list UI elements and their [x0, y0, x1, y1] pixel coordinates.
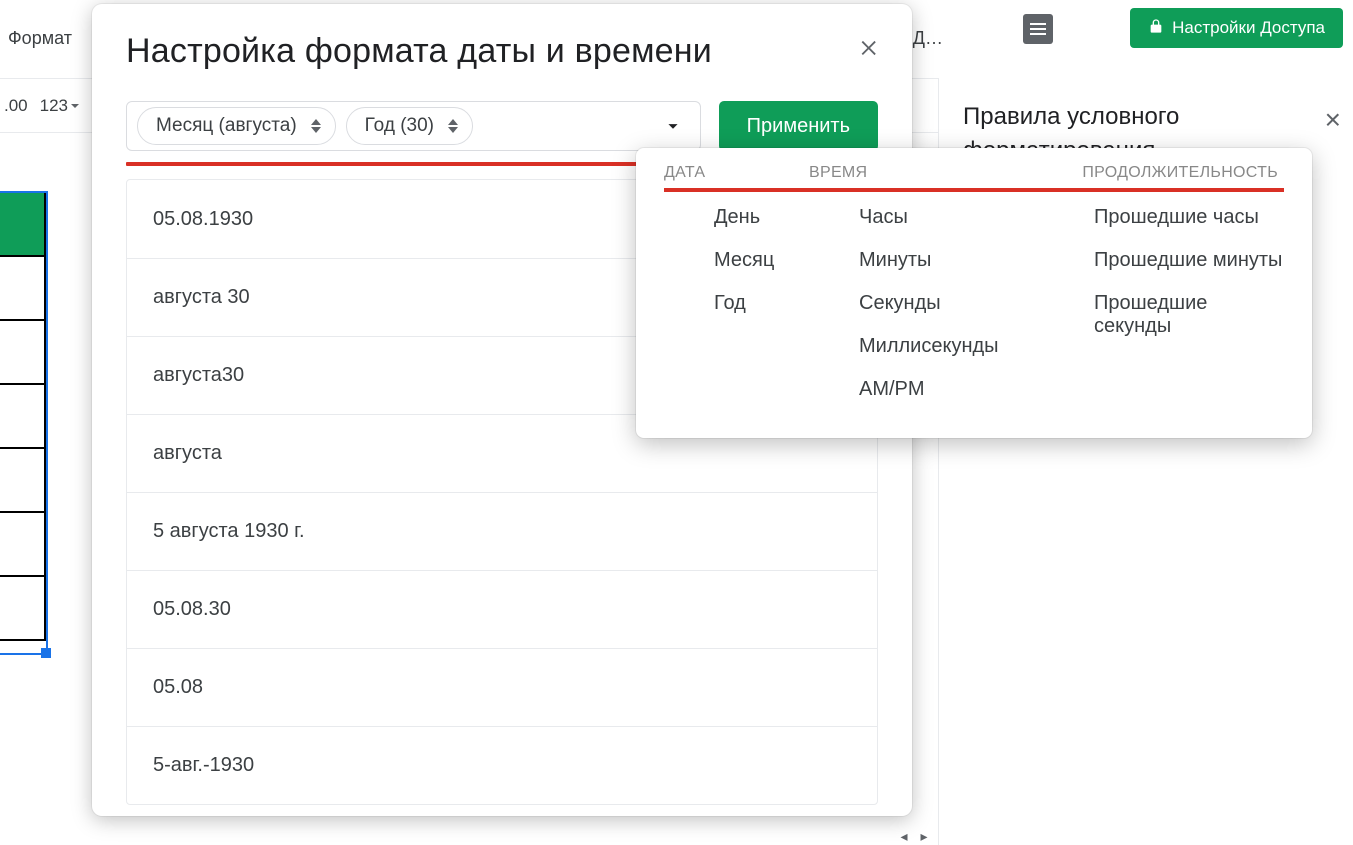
- horizontal-scroll: ◂ ▸: [0, 827, 938, 845]
- chevron-down-icon: [70, 101, 80, 111]
- chip-month[interactable]: Месяц (августа): [137, 107, 336, 145]
- scroll-left-icon[interactable]: ◂: [896, 828, 912, 844]
- menu-format[interactable]: Формат: [8, 28, 72, 49]
- dropdown-column-duration: Прошедшие часы Прошедшие минуты Прошедши…: [1094, 206, 1284, 401]
- share-button[interactable]: Настройки Доступа: [1130, 8, 1343, 48]
- chip-sort-icon: [448, 119, 458, 133]
- apply-button[interactable]: Применить: [719, 101, 878, 151]
- dropdown-item-month[interactable]: Месяц: [714, 249, 859, 272]
- add-token-dropdown[interactable]: [662, 115, 684, 137]
- dropdown-item-seconds[interactable]: Секунды: [859, 292, 1094, 315]
- dropdown-item-elapsed-seconds[interactable]: Прошедшие секунды: [1094, 292, 1284, 338]
- chip-month-label: Месяц (августа): [156, 115, 297, 137]
- selection-handle[interactable]: [41, 648, 51, 658]
- toolbar-format-dropdown[interactable]: 123: [40, 96, 80, 116]
- dropdown-item-hours[interactable]: Часы: [859, 206, 1094, 229]
- dropdown-header-time: ВРЕМЯ: [809, 164, 1044, 182]
- format-preset-item[interactable]: 05.08: [127, 648, 877, 726]
- lock-icon: [1148, 18, 1164, 39]
- dialog-title: Настройка формата даты и времени: [126, 32, 878, 71]
- token-dropdown-panel: ДАТА ВРЕМЯ ПРОДОЛЖИТЕЛЬНОСТЬ День Месяц …: [636, 148, 1312, 438]
- comments-icon[interactable]: [1023, 14, 1053, 44]
- dropdown-header-date: ДАТА: [664, 164, 809, 182]
- annotation-underline: [126, 162, 681, 166]
- chip-year-label: Год (30): [365, 115, 434, 137]
- close-icon[interactable]: ×: [1325, 106, 1341, 134]
- dropdown-item-elapsed-minutes[interactable]: Прошедшие минуты: [1094, 249, 1284, 272]
- apply-button-label: Применить: [747, 115, 850, 137]
- chevron-down-icon: [662, 115, 684, 137]
- dropdown-headers: ДАТА ВРЕМЯ ПРОДОЛЖИТЕЛЬНОСТЬ: [664, 164, 1284, 182]
- format-preset-item[interactable]: 05.08.30: [127, 570, 877, 648]
- selection-outline: [0, 193, 46, 653]
- chip-sort-icon: [311, 119, 321, 133]
- format-token-input[interactable]: Месяц (августа) Год (30): [126, 101, 701, 151]
- close-icon: [859, 37, 881, 59]
- dropdown-column-date: День Месяц Год: [664, 206, 859, 401]
- format-preset-item[interactable]: 5 августа 1930 г.: [127, 492, 877, 570]
- dropdown-column-time: Часы Минуты Секунды Миллисекунды AM/PM: [859, 206, 1094, 401]
- dropdown-item-day[interactable]: День: [714, 206, 859, 229]
- toolbar-decimal[interactable]: .00: [4, 96, 28, 116]
- chip-year[interactable]: Год (30): [346, 107, 473, 145]
- dropdown-header-duration: ПРОДОЛЖИТЕЛЬНОСТЬ: [1044, 164, 1284, 182]
- dropdown-item-ms[interactable]: Миллисекунды: [859, 335, 1094, 358]
- dropdown-item-year[interactable]: Год: [714, 292, 859, 315]
- format-preset-item[interactable]: 5-авг.-1930: [127, 726, 877, 804]
- annotation-underline: [664, 188, 1284, 192]
- scroll-right-icon[interactable]: ▸: [916, 828, 932, 844]
- share-button-label: Настройки Доступа: [1172, 18, 1325, 38]
- dropdown-item-elapsed-hours[interactable]: Прошедшие часы: [1094, 206, 1284, 229]
- dialog-close-button[interactable]: [858, 36, 882, 60]
- dropdown-item-ampm[interactable]: AM/PM: [859, 378, 1094, 401]
- dropdown-item-minutes[interactable]: Минуты: [859, 249, 1094, 272]
